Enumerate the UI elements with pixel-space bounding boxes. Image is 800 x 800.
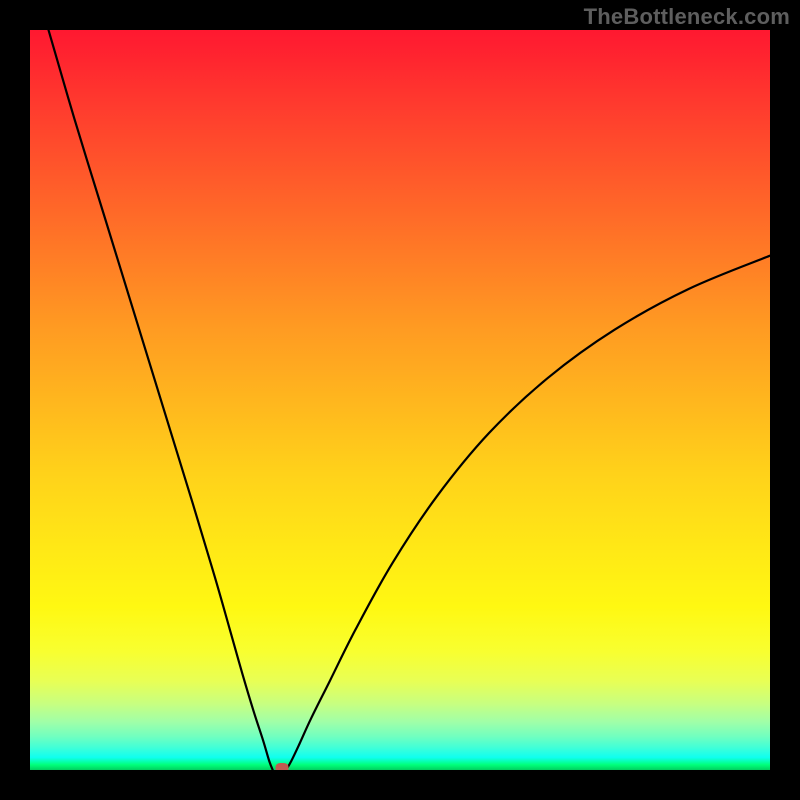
curve-right-branch — [286, 256, 770, 770]
optimal-point-marker — [275, 763, 288, 770]
watermark-text: TheBottleneck.com — [584, 4, 790, 30]
chart-frame: TheBottleneck.com — [0, 0, 800, 800]
plot-area — [30, 30, 770, 770]
curve-left-branch — [49, 30, 273, 770]
bottleneck-curve — [30, 30, 770, 770]
